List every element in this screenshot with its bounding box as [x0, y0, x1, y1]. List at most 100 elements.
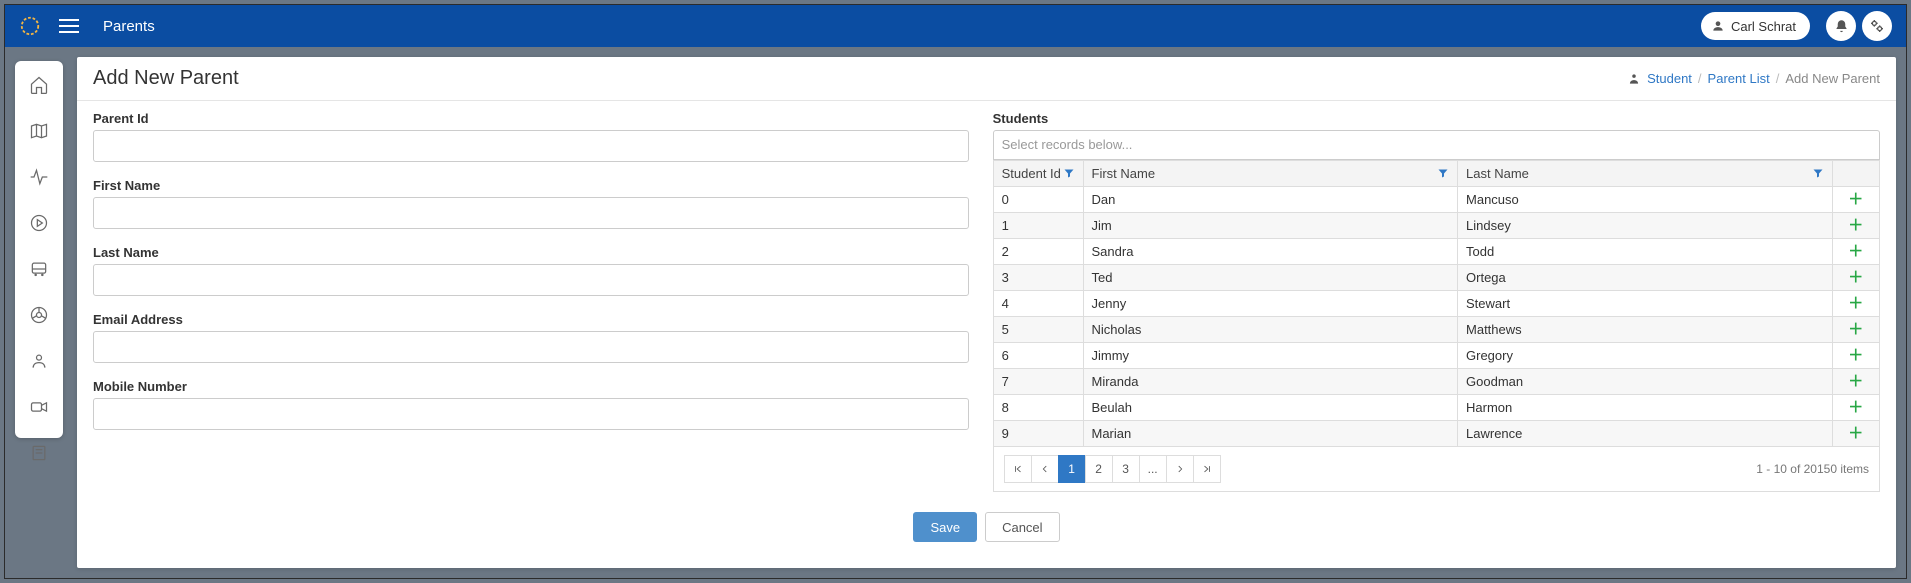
- add-student-button[interactable]: ＋: [1848, 270, 1863, 285]
- add-student-button[interactable]: ＋: [1848, 348, 1863, 363]
- nav-video[interactable]: [25, 397, 53, 417]
- pager-page-button[interactable]: 3: [1112, 455, 1140, 483]
- mobile-label: Mobile Number: [93, 379, 969, 394]
- notifications-button[interactable]: [1826, 11, 1856, 41]
- add-student-button[interactable]: ＋: [1848, 218, 1863, 233]
- table-row[interactable]: 8BeulahHarmon＋: [993, 395, 1879, 421]
- email-input[interactable]: [93, 331, 969, 363]
- col-header-first-name[interactable]: First Name: [1083, 161, 1458, 187]
- cell-id: 8: [993, 395, 1083, 421]
- add-student-button[interactable]: ＋: [1848, 374, 1863, 389]
- first-name-input[interactable]: [93, 197, 969, 229]
- map-icon: [29, 121, 49, 141]
- cell-last-name: Stewart: [1458, 291, 1833, 317]
- nav-bus[interactable]: [25, 259, 53, 279]
- cell-id: 9: [993, 421, 1083, 447]
- table-row[interactable]: 4JennyStewart＋: [993, 291, 1879, 317]
- book-icon: [29, 443, 49, 463]
- bell-icon: [1834, 19, 1849, 34]
- nav-person[interactable]: [25, 351, 53, 371]
- cancel-button[interactable]: Cancel: [985, 512, 1059, 542]
- chevron-right-icon: [1175, 464, 1185, 474]
- table-row[interactable]: 3TedOrtega ＋: [993, 265, 1879, 291]
- bus-icon: [29, 259, 49, 279]
- page-title: Add New Parent: [93, 67, 239, 90]
- last-name-input[interactable]: [93, 264, 969, 296]
- chevron-left-icon: [1040, 464, 1050, 474]
- table-row[interactable]: 5NicholasMatthews＋: [993, 317, 1879, 343]
- nav-driver[interactable]: [25, 305, 53, 325]
- home-icon: [29, 75, 49, 95]
- filter-icon[interactable]: [1063, 167, 1077, 181]
- cell-id: 1: [993, 213, 1083, 239]
- nav-map[interactable]: [25, 121, 53, 141]
- cell-first-name: Jimmy: [1083, 343, 1458, 369]
- activity-icon: [29, 167, 49, 187]
- pager-next-button[interactable]: [1166, 455, 1194, 483]
- cell-last-name: Lawrence: [1458, 421, 1833, 447]
- email-label: Email Address: [93, 312, 969, 327]
- parent-form: Parent Id First Name Last Name Email Add…: [93, 111, 969, 492]
- first-name-label: First Name: [93, 178, 969, 193]
- add-student-button[interactable]: ＋: [1848, 244, 1863, 259]
- pager-first-button[interactable]: [1004, 455, 1032, 483]
- breadcrumb-parent-list-link[interactable]: Parent List: [1708, 71, 1770, 86]
- pager-page-button[interactable]: 2: [1085, 455, 1113, 483]
- pager-status: 1 - 10 of 20150 items: [1756, 462, 1869, 476]
- nav-activity[interactable]: [25, 167, 53, 187]
- students-label: Students: [993, 111, 1880, 126]
- cell-first-name: Jim: [1083, 213, 1458, 239]
- cell-id: 5: [993, 317, 1083, 343]
- breadcrumb-student-link[interactable]: Student: [1647, 71, 1692, 86]
- table-row[interactable]: 6JimmyGregory ＋: [993, 343, 1879, 369]
- pager-page-button[interactable]: 1: [1058, 455, 1086, 483]
- last-page-icon: [1202, 464, 1212, 474]
- table-row[interactable]: 9MarianLawrence＋: [993, 421, 1879, 447]
- students-panel: Students Select records below... Student…: [993, 111, 1880, 492]
- col-header-actions: [1832, 161, 1879, 187]
- steering-wheel-icon: [29, 305, 49, 325]
- nav-reports[interactable]: [25, 443, 53, 463]
- table-row[interactable]: 0DanMancuso＋: [993, 187, 1879, 213]
- table-row[interactable]: 7MirandaGoodman＋: [993, 369, 1879, 395]
- cell-id: 2: [993, 239, 1083, 265]
- cell-last-name: Matthews: [1458, 317, 1833, 343]
- user-menu-button[interactable]: Carl Schrat: [1701, 12, 1810, 40]
- cell-last-name: Lindsey: [1458, 213, 1833, 239]
- add-student-button[interactable]: ＋: [1848, 296, 1863, 311]
- cell-last-name: Gregory: [1458, 343, 1833, 369]
- add-student-button[interactable]: ＋: [1848, 192, 1863, 207]
- person-icon: [29, 351, 49, 371]
- filter-icon[interactable]: [1812, 167, 1826, 181]
- nav-play[interactable]: [25, 213, 53, 233]
- table-row[interactable]: 1JimLindsey ＋: [993, 213, 1879, 239]
- col-header-id[interactable]: Student Id: [993, 161, 1083, 187]
- side-nav: [15, 61, 63, 438]
- add-student-button[interactable]: ＋: [1848, 400, 1863, 415]
- parent-id-input[interactable]: [93, 130, 969, 162]
- cell-last-name: Mancuso: [1458, 187, 1833, 213]
- cell-last-name: Ortega: [1458, 265, 1833, 291]
- cell-id: 6: [993, 343, 1083, 369]
- mobile-input[interactable]: [93, 398, 969, 430]
- add-student-button[interactable]: ＋: [1848, 426, 1863, 441]
- page-header: Add New Parent Student / Parent List / A…: [77, 57, 1896, 101]
- cell-id: 3: [993, 265, 1083, 291]
- save-button[interactable]: Save: [913, 512, 977, 542]
- cell-first-name: Beulah: [1083, 395, 1458, 421]
- cell-first-name: Ted: [1083, 265, 1458, 291]
- cell-last-name: Goodman: [1458, 369, 1833, 395]
- cell-id: 4: [993, 291, 1083, 317]
- pager-prev-button[interactable]: [1031, 455, 1059, 483]
- students-select-input[interactable]: Select records below...: [993, 130, 1880, 160]
- pager-last-button[interactable]: [1193, 455, 1221, 483]
- pager-page-button[interactable]: ...: [1139, 455, 1167, 483]
- table-row[interactable]: 2SandraTodd＋: [993, 239, 1879, 265]
- col-header-last-name[interactable]: Last Name: [1458, 161, 1833, 187]
- nav-home[interactable]: [25, 75, 53, 95]
- menu-toggle-button[interactable]: [59, 19, 79, 33]
- video-icon: [29, 397, 49, 417]
- add-student-button[interactable]: ＋: [1848, 322, 1863, 337]
- settings-button[interactable]: [1862, 11, 1892, 41]
- filter-icon[interactable]: [1437, 167, 1451, 181]
